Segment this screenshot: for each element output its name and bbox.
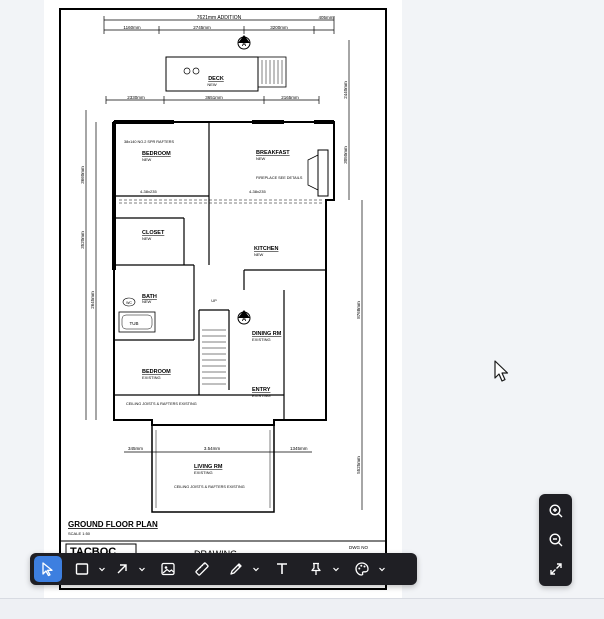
annotation-toolbar — [30, 553, 417, 585]
dim-top-3: 3200mm — [270, 25, 288, 30]
dim-bottom-2: 3.54mm — [204, 446, 221, 451]
floor-plan-drawing: 7621mm ADDITION 1160mm 2745mm 3200mm 405… — [59, 8, 387, 590]
select-tool-button[interactable] — [34, 556, 62, 582]
dim-right-2: 3050mm — [343, 146, 348, 164]
room-closet-sub: NEW — [142, 236, 152, 241]
dim-top-2: 2745mm — [193, 25, 211, 30]
dim-left-1: 3660mm — [80, 166, 85, 184]
zoom-out-button[interactable] — [543, 527, 569, 553]
section-marker-top: A — [242, 42, 247, 48]
palette-tool-button[interactable] — [348, 556, 376, 582]
dim-top-4: 405mm — [318, 15, 333, 20]
bottom-status-strip — [0, 598, 604, 619]
rectangle-options-button[interactable] — [96, 556, 108, 582]
room-kitchen-sub: NEW — [254, 252, 264, 257]
fixture-wc: WC — [126, 301, 132, 305]
pin-options-button[interactable] — [330, 556, 342, 582]
dim-right-1: 2440mm — [343, 81, 348, 99]
text-tool-button[interactable] — [268, 556, 296, 582]
pencil-tool-button[interactable] — [222, 556, 250, 582]
rectangle-icon — [75, 563, 89, 575]
note-rafters: 38x140 NO.2 SPR RAFTERS — [124, 140, 174, 144]
arrow-tool-button[interactable] — [108, 556, 136, 582]
mouse-cursor-icon — [494, 360, 509, 382]
palette-icon — [355, 562, 369, 576]
pin-tool-button[interactable] — [302, 556, 330, 582]
room-living-sub: EXISTING — [194, 470, 213, 475]
image-tool-button[interactable] — [154, 556, 182, 582]
dim-right-4: 5525mm — [356, 456, 361, 474]
rectangle-tool-button[interactable] — [68, 556, 96, 582]
room-dining-sub: EXISTING — [252, 337, 271, 342]
room-entry-sub: EXISTING — [252, 393, 271, 398]
dim-mid-2: 3651mm — [205, 95, 223, 100]
dim-left-3: 2645mm — [90, 291, 95, 309]
stair-up: UP — [211, 298, 217, 303]
ruler-icon — [195, 562, 209, 576]
fit-screen-button[interactable] — [543, 556, 569, 582]
fixture-tub: TUB — [130, 321, 139, 326]
chevron-down-icon — [99, 567, 105, 572]
note-ceiling1: CEILING JOISTS & RAFTERS EXISTING — [126, 402, 197, 406]
room-bath-sub: NEW — [142, 299, 152, 304]
note-fireplace: FIREPLACE SEE DETAILS — [256, 176, 303, 180]
dim-top-1: 1160mm — [123, 25, 140, 30]
dim-right-3: 8768mm — [356, 301, 361, 319]
room-bedroom-top-sub: NEW — [142, 157, 152, 162]
arrow-options-button[interactable] — [136, 556, 148, 582]
sheet-border — [59, 8, 387, 590]
dim-overall: 7621mm ADDITION — [197, 15, 242, 21]
dim-left-2: 3520mm — [80, 231, 85, 249]
dim-bottom-3: 1345mm — [290, 446, 308, 451]
expand-icon — [549, 562, 562, 575]
room-bedroom-bottom-sub: EXISTING — [142, 375, 161, 380]
chevron-down-icon — [333, 567, 339, 572]
plan-title: GROUND FLOOR PLAN — [68, 520, 158, 529]
pencil-options-button[interactable] — [250, 556, 262, 582]
zoom-in-button[interactable] — [543, 498, 569, 524]
note-beam: 4-38x235 — [140, 189, 157, 194]
plan-scale: SCALE 1:50 — [68, 531, 91, 536]
zoom-in-icon — [548, 504, 562, 518]
pin-icon — [311, 562, 321, 575]
dim-mid-3: 2165mm — [281, 95, 299, 100]
text-icon — [277, 563, 287, 574]
chevron-down-icon — [253, 567, 259, 572]
dwg-no: DWG NO — [349, 545, 368, 550]
note-beam2: 4-38x235 — [249, 189, 266, 194]
cursor-arrow-icon — [42, 562, 53, 577]
pencil-icon — [230, 563, 242, 575]
chevron-down-icon — [379, 567, 385, 572]
note-ceiling2: CEILING JOISTS & RAFTERS EXISTING — [174, 485, 245, 489]
room-breakfast-sub: NEW — [256, 156, 266, 161]
zoom-controls — [539, 494, 572, 586]
document-page: 7621mm ADDITION 1160mm 2745mm 3200mm 405… — [44, 0, 402, 598]
dim-mid-1: 2330mm — [127, 95, 145, 100]
arrow-icon — [117, 564, 127, 574]
palette-options-button[interactable] — [376, 556, 388, 582]
room-deck-sub: NEW — [207, 82, 217, 87]
dim-bottom-1: 345mm — [128, 446, 143, 451]
chevron-down-icon — [139, 567, 145, 572]
zoom-out-icon — [548, 533, 562, 547]
section-marker-mid: A — [242, 317, 247, 323]
image-icon — [161, 562, 175, 576]
ruler-tool-button[interactable] — [188, 556, 216, 582]
